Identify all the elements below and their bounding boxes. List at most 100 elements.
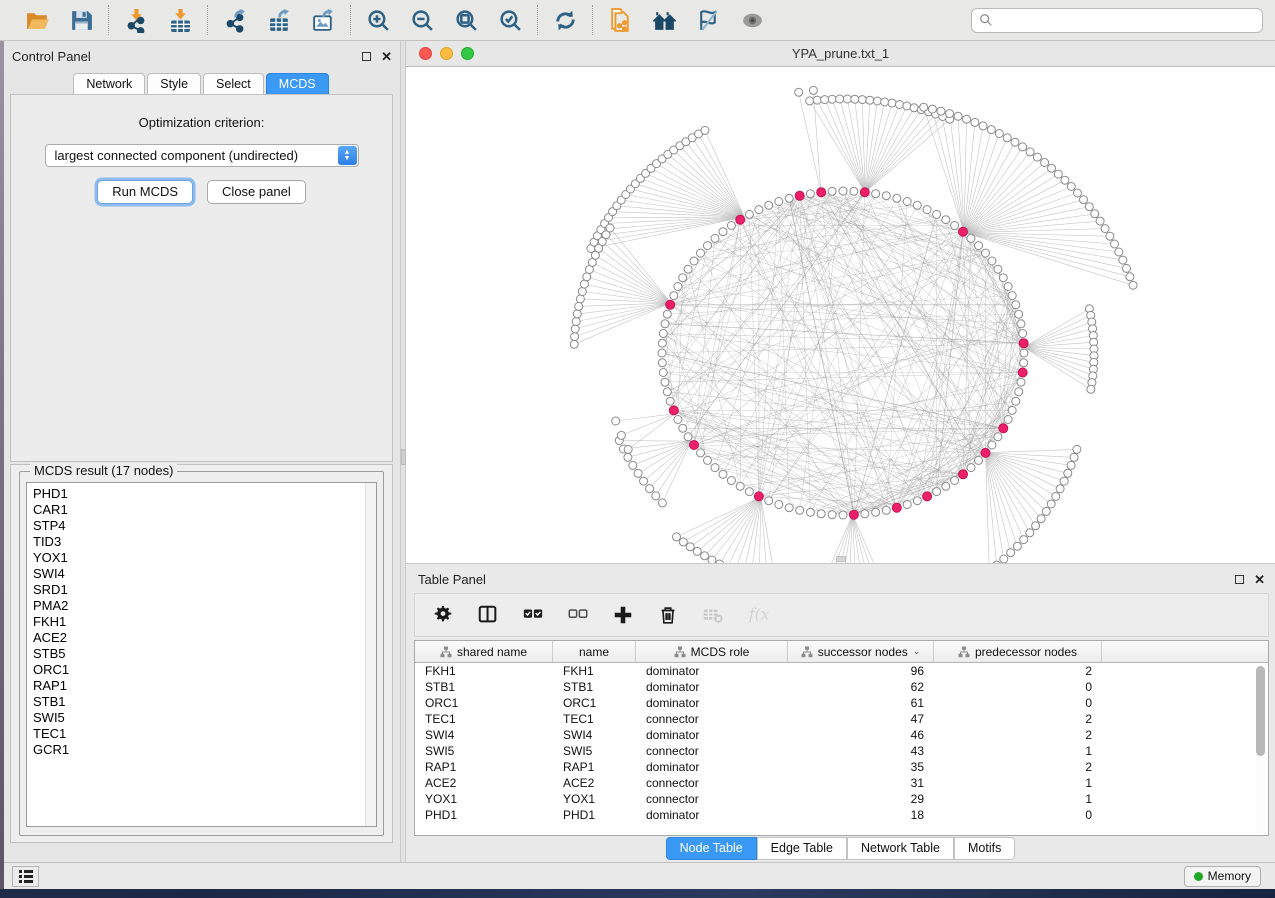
float-panel-icon[interactable]	[362, 52, 371, 61]
cell-shared-name: SWI4	[415, 727, 553, 743]
tab-motifs[interactable]: Motifs	[954, 837, 1015, 860]
delete-column-icon[interactable]	[656, 603, 680, 627]
cell-shared-name: RAP1	[415, 759, 553, 775]
graphics-details-icon[interactable]	[695, 7, 721, 33]
export-network-icon[interactable]	[222, 7, 248, 33]
cell-predecessor-nodes: 2	[934, 759, 1102, 775]
tab-style[interactable]: Style	[147, 73, 201, 95]
column-header-name[interactable]: name	[553, 641, 636, 662]
import-network-icon[interactable]	[123, 7, 149, 33]
tab-edge-table[interactable]: Edge Table	[757, 837, 847, 860]
table-row[interactable]: YOX1YOX1connector291	[415, 791, 1268, 807]
select-all-icon[interactable]	[521, 603, 545, 627]
cell-shared-name: YOX1	[415, 791, 553, 807]
network-title: YPA_prune.txt_1	[406, 46, 1275, 61]
status-bar: Memory	[4, 862, 1275, 889]
zoom-in-icon[interactable]	[365, 7, 391, 33]
deselect-all-icon[interactable]	[566, 603, 590, 627]
table-tabs: Node TableEdge TableNetwork TableMotifs	[406, 837, 1275, 860]
search-icon	[979, 13, 993, 27]
mcds-result-item[interactable]: SWI4	[33, 566, 376, 582]
list-icon	[18, 869, 34, 883]
cell-MCDS-role: dominator	[636, 727, 788, 743]
mcds-result-item[interactable]: SRD1	[33, 582, 376, 598]
open-session-icon[interactable]	[24, 7, 50, 33]
task-history-button[interactable]	[12, 866, 39, 887]
table-row[interactable]: ACE2ACE2connector311	[415, 775, 1268, 791]
column-header-successor-nodes[interactable]: successor nodes⌄	[788, 641, 934, 662]
mcds-result-item[interactable]: GCR1	[33, 742, 376, 758]
tab-select[interactable]: Select	[203, 73, 264, 95]
tab-mcds[interactable]: MCDS	[266, 73, 329, 95]
mcds-result-item[interactable]: YOX1	[33, 550, 376, 566]
run-mcds-button[interactable]: Run MCDS	[97, 180, 193, 204]
table-row[interactable]: ORC1ORC1dominator610	[415, 695, 1268, 711]
memory-button[interactable]: Memory	[1184, 866, 1261, 887]
criterion-select[interactable]: largest connected component (undirected)…	[45, 144, 359, 167]
column-header-predecessor-nodes[interactable]: predecessor nodes	[934, 641, 1102, 662]
mcds-result-item[interactable]: STP4	[33, 518, 376, 534]
close-panel-button[interactable]: Close panel	[207, 180, 306, 204]
tab-node-table[interactable]: Node Table	[666, 837, 757, 860]
export-image-icon[interactable]	[310, 7, 336, 33]
cell-predecessor-nodes: 0	[934, 679, 1102, 695]
show-hide-icon[interactable]	[739, 7, 765, 33]
cell-MCDS-role: connector	[636, 711, 788, 727]
table-row[interactable]: SWI5SWI5connector431	[415, 743, 1268, 759]
mcds-result-item[interactable]: PMA2	[33, 598, 376, 614]
settings-icon[interactable]	[431, 603, 455, 627]
cell-predecessor-nodes: 1	[934, 743, 1102, 759]
table-header: shared namenameMCDS rolesuccessor nodes⌄…	[415, 641, 1268, 663]
mcds-result-item[interactable]: STB5	[33, 646, 376, 662]
cell-shared-name: STB1	[415, 679, 553, 695]
export-table-icon[interactable]	[266, 7, 292, 33]
horizontal-splitter-grip[interactable]	[836, 556, 846, 562]
mcds-result-item[interactable]: RAP1	[33, 678, 376, 694]
table-row[interactable]: SWI4SWI4dominator462	[415, 727, 1268, 743]
mcds-result-item[interactable]: FKH1	[33, 614, 376, 630]
cell-predecessor-nodes: 0	[934, 695, 1102, 711]
mcds-result-item[interactable]: CAR1	[33, 502, 376, 518]
memory-status-icon	[1194, 872, 1203, 881]
network-graph-svg[interactable]	[406, 67, 1275, 563]
zoom-fit-icon[interactable]	[453, 7, 479, 33]
mcds-result-item[interactable]: ACE2	[33, 630, 376, 646]
network-file-icon[interactable]	[607, 7, 633, 33]
table-scrollbar-thumb[interactable]	[1256, 666, 1265, 756]
table-row[interactable]: FKH1FKH1dominator962	[415, 663, 1268, 679]
table-row[interactable]: TEC1TEC1connector472	[415, 711, 1268, 727]
tab-network[interactable]: Network	[73, 73, 145, 95]
column-header-shared-name[interactable]: shared name	[415, 641, 553, 662]
save-session-icon[interactable]	[68, 7, 94, 33]
refresh-icon[interactable]	[552, 7, 578, 33]
cell-successor-nodes: 61	[788, 695, 934, 711]
table-row[interactable]: STB1STB1dominator620	[415, 679, 1268, 695]
zoom-out-icon[interactable]	[409, 7, 435, 33]
mcds-result-item[interactable]: PHD1	[33, 486, 376, 502]
search-input[interactable]	[971, 8, 1263, 33]
cell-predecessor-nodes: 2	[934, 711, 1102, 727]
split-view-icon[interactable]	[476, 603, 500, 627]
network-canvas[interactable]	[406, 67, 1275, 563]
import-table-icon[interactable]	[167, 7, 193, 33]
table-row[interactable]: RAP1RAP1dominator352	[415, 759, 1268, 775]
delete-table-icon	[701, 603, 725, 627]
close-panel-icon[interactable]: ✕	[381, 52, 392, 61]
column-header-MCDS-role[interactable]: MCDS role	[636, 641, 788, 662]
mcds-result-item[interactable]: SWI5	[33, 710, 376, 726]
cell-name: ORC1	[553, 695, 636, 711]
table-close-icon[interactable]: ✕	[1254, 575, 1265, 584]
mcds-result-item[interactable]: TID3	[33, 534, 376, 550]
add-column-icon[interactable]	[611, 603, 635, 627]
table-scrollbar[interactable]	[1255, 665, 1266, 833]
mcds-result-item[interactable]: TEC1	[33, 726, 376, 742]
home-icon[interactable]	[651, 7, 677, 33]
mcds-result-item[interactable]: ORC1	[33, 662, 376, 678]
mcds-list-scrollbar[interactable]	[365, 483, 376, 826]
table-row[interactable]: PHD1PHD1dominator180	[415, 807, 1268, 823]
table-float-icon[interactable]	[1235, 575, 1244, 584]
mcds-result-item[interactable]: STB1	[33, 694, 376, 710]
cell-successor-nodes: 18	[788, 807, 934, 823]
zoom-selected-icon[interactable]	[497, 7, 523, 33]
tab-network-table[interactable]: Network Table	[847, 837, 954, 860]
